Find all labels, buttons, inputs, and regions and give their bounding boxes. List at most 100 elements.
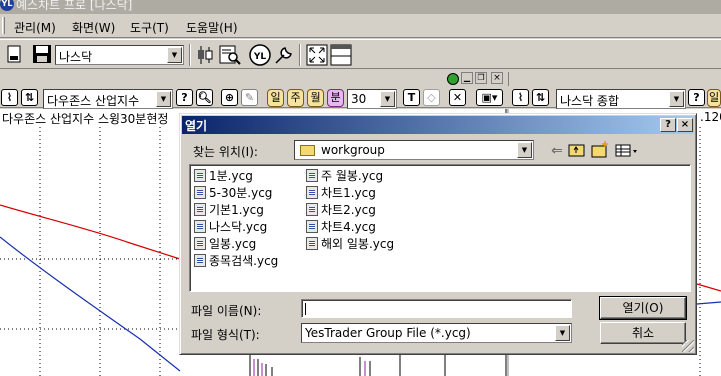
symbol-combo[interactable]: 나스닥 ▼ [55,45,184,65]
list-item[interactable]: 차트2.ycg [306,201,376,217]
view-menu-icon[interactable] [614,140,642,162]
menu-tools[interactable]: 도구(T) [130,19,169,36]
chevron-down-icon[interactable]: ▼ [380,91,395,107]
dialog-title-bar[interactable]: 열기 ? × [182,116,694,134]
chevron-down-icon[interactable]: ▼ [555,325,570,341]
menu-manage[interactable]: 관리(M) [14,19,56,36]
list-item[interactable]: 차트4.ycg [306,218,376,234]
new-document-icon[interactable] [6,44,28,66]
list-item[interactable]: 일봉.ycg [194,235,256,251]
fullscreen-icon[interactable] [306,44,328,66]
file-name: 1분.ycg [209,169,253,183]
period-week-button[interactable]: 주 [287,89,304,107]
toolbar-separator [299,44,301,66]
filename-field[interactable] [301,299,572,318]
indicator-icon[interactable] [447,73,459,85]
crosshair-icon[interactable]: ⊕ [221,89,238,106]
menu-screen[interactable]: 화면(W) [72,19,115,36]
ycg-file-icon [306,237,318,250]
delete-icon[interactable]: ✕ [449,89,466,106]
right-symbol-combo[interactable]: 나스닥 종합 ▼ [556,89,686,109]
list-item[interactable]: 주 월봉.ycg [306,167,383,183]
right-symbol-value: 나스닥 종합 [560,94,620,108]
open-button[interactable]: 열기(O) [599,296,687,320]
filetype-value: YesTrader Group File (*.ycg) [305,326,471,340]
save-icon[interactable] [32,44,54,66]
right-sort-updown-icon[interactable]: ⇅ [532,89,549,106]
wrench-icon[interactable] [273,44,295,66]
right-chart-type-icon[interactable]: ⌇ [512,89,529,106]
cancel-button[interactable]: 취소 [600,322,686,344]
chevron-down-icon[interactable]: ▼ [156,91,171,107]
look-in-combo[interactable]: workgroup ▼ [294,140,534,160]
file-name: 일봉.ycg [209,237,257,251]
candlestick-icon[interactable] [195,44,217,66]
clear-icon[interactable]: ◇ [423,89,440,106]
file-list[interactable]: 1분.ycg 5-30분.ycg 기본1.ycg 나스닥.ycg 일봉.ycg … [189,164,691,292]
right-period-day-button[interactable]: 일 [707,89,721,107]
help-icon[interactable]: ? [176,89,193,106]
toolbar-separator [189,44,191,66]
search-icon[interactable]: 🔍︎ [196,89,213,106]
ycg-file-icon [194,203,206,216]
list-item[interactable]: 5-30분.ycg [194,184,272,200]
eraser-icon[interactable]: ✎ [241,89,258,106]
chart-type-icon[interactable]: ⌇ [1,89,18,106]
filename-label: 파일 이름(N): [191,304,262,318]
period-value-combo[interactable]: 30 ▼ [347,89,397,109]
right-help-icon[interactable]: ? [688,89,705,106]
yl-logo-icon[interactable]: YL [249,44,271,66]
panel-close-icon[interactable]: × [491,72,503,84]
blue-line [0,236,181,372]
close-icon[interactable]: × [677,118,693,132]
ycg-file-icon [194,220,206,233]
open-file-dialog: 열기 ? × 찾는 위치(I): workgroup ▼ ⇐ 1분.ycg 5-… [179,113,697,355]
help-button[interactable]: ? [660,118,676,132]
text-tool-icon[interactable]: T [403,89,420,106]
ycg-file-icon [306,169,318,182]
cancel-button-label: 취소 [631,326,655,340]
sort-updown-icon[interactable]: ⇅ [21,89,38,106]
list-item[interactable]: 나스닥.ycg [194,218,267,234]
chart-toolbar: ▁ ❐ × ⌇ ⇅ 다우존스 산업지수 ▼ ? 🔍︎ ⊕ ✎ 일 주 월 분 3… [0,70,721,109]
ycg-file-icon [306,203,318,216]
open-button-label: 열기(O) [622,301,664,315]
window-layout-icon[interactable] [330,44,352,66]
symbol-combo-value: 나스닥 [59,50,93,64]
save-chart-icon[interactable]: ▣▾ [476,89,503,106]
menu-help[interactable]: 도움말(H) [186,19,238,36]
left-symbol-combo[interactable]: 다우존스 산업지수 ▼ [43,89,173,109]
list-item[interactable]: 해외 일봉.ycg [306,235,394,251]
filetype-combo[interactable]: YesTrader Group File (*.ycg) ▼ [301,323,572,343]
ycg-file-icon [194,169,206,182]
list-item[interactable]: 종목검색.ycg [194,252,278,268]
preview-icon[interactable] [219,44,241,66]
minimize-icon[interactable]: ▁ [461,72,473,84]
resize-grip-icon[interactable] [682,340,694,352]
menu-bar: 관리(M) 화면(W) 도구(T) 도움말(H) [0,14,721,38]
file-name: 나스닥.ycg [209,220,268,234]
folder-icon [300,145,315,156]
yl-logo-text: YL [253,52,267,62]
list-item[interactable]: 기본1.ycg [194,201,264,217]
new-folder-icon[interactable] [590,140,612,162]
period-minute-button[interactable]: 분 [327,89,344,107]
ycg-file-icon [194,237,206,250]
period-day-button[interactable]: 일 [267,89,284,107]
ycg-file-icon [194,186,206,199]
app-logo-icon: YL [0,0,14,11]
up-folder-icon[interactable] [567,140,589,162]
list-item[interactable]: 차트1.ycg [306,184,376,200]
file-name: 종목검색.ycg [209,254,279,268]
restore-icon[interactable]: ❐ [475,72,487,84]
period-month-button[interactable]: 월 [307,89,324,107]
chevron-down-icon[interactable]: ▼ [167,47,182,63]
chevron-down-icon[interactable]: ▼ [669,91,684,107]
file-name: 차트4.ycg [321,220,376,234]
chevron-down-icon[interactable]: ▼ [517,142,532,158]
back-arrow-icon[interactable]: ⇐ [546,140,568,162]
list-item[interactable]: 1분.ycg [194,167,253,183]
file-name: 기본1.ycg [209,203,264,217]
ycg-file-icon [306,220,318,233]
window-title: 예스차트 프로 [나스닥] [16,0,133,12]
